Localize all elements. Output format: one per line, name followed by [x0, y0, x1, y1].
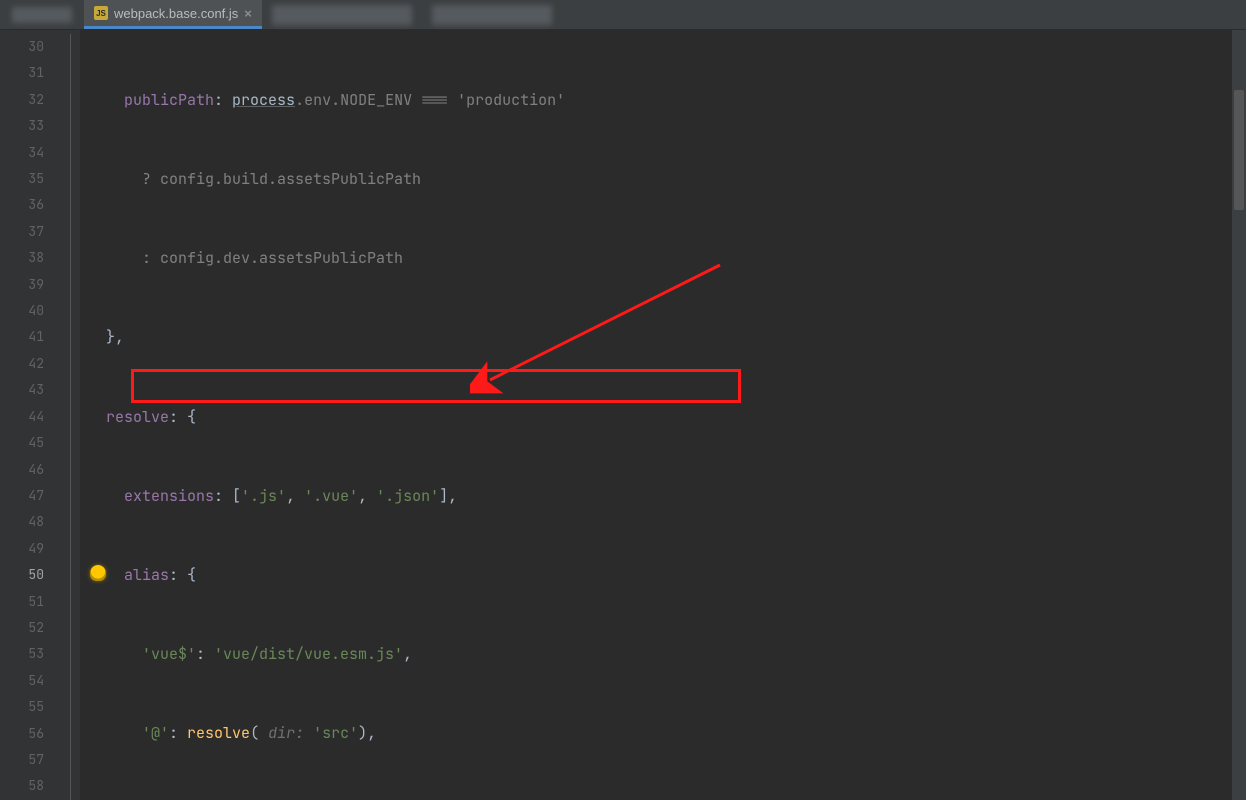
line-number: 42 [0, 351, 62, 377]
line-number: 55 [0, 694, 62, 720]
blurred-tab [272, 5, 412, 25]
code-line[interactable]: '@': resolve( dir: 'src'), [80, 720, 1246, 746]
line-number: 57 [0, 747, 62, 773]
line-number: 54 [0, 668, 62, 694]
code-line[interactable]: alias: { [80, 562, 1246, 588]
line-number: 43 [0, 377, 62, 403]
blurred-tab [432, 5, 552, 25]
line-number: 35 [0, 166, 62, 192]
line-number: 37 [0, 219, 62, 245]
line-number: 49 [0, 536, 62, 562]
code-line[interactable]: 'vue$': 'vue/dist/vue.esm.js', [80, 641, 1246, 667]
fold-strip [62, 30, 80, 800]
line-number: 32 [0, 87, 62, 113]
js-file-icon: JS [94, 6, 108, 20]
code-line[interactable]: extensions: ['.js', '.vue', '.json'], [80, 483, 1246, 509]
line-number: 33 [0, 113, 62, 139]
line-number: 38 [0, 245, 62, 271]
line-number: 52 [0, 615, 62, 641]
code-line[interactable]: ? config.build.assetsPublicPath [80, 166, 1246, 192]
tab-active[interactable]: JS webpack.base.conf.js × [84, 0, 262, 29]
close-icon[interactable]: × [244, 6, 252, 21]
line-number: 39 [0, 272, 62, 298]
line-number: 56 [0, 721, 62, 747]
line-number: 45 [0, 430, 62, 456]
line-number: 58 [0, 773, 62, 799]
line-number: 44 [0, 404, 62, 430]
line-number: 36 [0, 192, 62, 218]
editor[interactable]: 3031323334353637383940414243444546474849… [0, 30, 1246, 800]
line-number: 30 [0, 34, 62, 60]
line-number: 41 [0, 324, 62, 350]
vertical-scrollbar[interactable] [1232, 30, 1246, 800]
line-number: 47 [0, 483, 62, 509]
line-number: 40 [0, 298, 62, 324]
line-number: 50 [0, 562, 62, 588]
blurred-tab [12, 7, 72, 23]
tab-title: webpack.base.conf.js [114, 6, 238, 21]
tab-bar: JS webpack.base.conf.js × [0, 0, 1246, 30]
line-number-gutter: 3031323334353637383940414243444546474849… [0, 30, 62, 800]
code-line[interactable]: resolve: { [80, 404, 1246, 430]
line-number: 48 [0, 509, 62, 535]
line-number: 34 [0, 140, 62, 166]
line-number: 51 [0, 589, 62, 615]
code-line[interactable]: publicPath: process.env.NODE_ENV === 'pr… [80, 87, 1246, 113]
code-line[interactable]: : config.dev.assetsPublicPath [80, 245, 1246, 271]
line-number: 53 [0, 641, 62, 667]
line-number: 46 [0, 457, 62, 483]
code-area[interactable]: publicPath: process.env.NODE_ENV === 'pr… [80, 30, 1246, 800]
line-number: 31 [0, 60, 62, 86]
code-line[interactable]: }, [80, 324, 1246, 350]
scrollbar-thumb[interactable] [1234, 90, 1244, 210]
